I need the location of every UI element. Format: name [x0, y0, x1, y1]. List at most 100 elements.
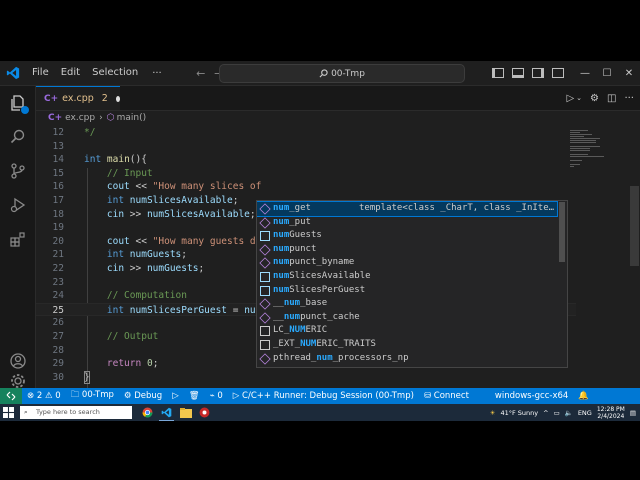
settings-gear-icon[interactable]: ⚙ — [590, 93, 599, 104]
suggest-widget[interactable]: num_get template<class _CharT, class _InI… — [256, 200, 568, 368]
suggestion-item[interactable]: numSlicesAvailable — [257, 270, 557, 284]
run-debug-icon[interactable] — [0, 188, 35, 222]
runner-status[interactable]: ▷ C/C++ Runner: Debug Session (00-Tmp) — [228, 391, 419, 401]
suggestion-match: num — [273, 243, 290, 254]
line-code: return 0; — [84, 357, 159, 371]
file-explorer-icon[interactable] — [178, 405, 193, 420]
taskbar-search-input[interactable]: ⌕ Type here to search — [20, 406, 132, 419]
recorder-icon[interactable] — [197, 405, 212, 420]
problems-status[interactable]: ⊗ 2 ⚠ 0 — [22, 391, 66, 401]
back-arrow-icon[interactable]: ← — [192, 67, 210, 80]
explorer-icon[interactable] — [0, 86, 35, 120]
weather-label[interactable]: 41°F Sunny — [500, 409, 538, 417]
vscode-window: File Edit Selection ··· ← → 00-Tmp — ☐ ✕ — [0, 61, 640, 421]
volume-icon[interactable]: 🔈 — [565, 409, 573, 417]
network-icon[interactable]: ▭ — [554, 409, 560, 417]
warning-icon: ⚠ — [44, 391, 53, 401]
customize-layout-icon[interactable] — [552, 68, 564, 78]
debug-status[interactable]: ⚙ Debug — [119, 391, 167, 401]
suggestion-rest: SlicesAvailable — [289, 271, 371, 281]
split-editor-icon[interactable]: ◫ — [607, 93, 616, 104]
suggestion-item[interactable]: LC_NUMERIC — [257, 324, 557, 338]
more-actions-icon[interactable]: ··· — [624, 93, 634, 104]
activity-bar — [0, 86, 36, 388]
code-line[interactable]: 30} — [36, 370, 576, 385]
run-file-icon[interactable]: ▷ — [566, 93, 574, 104]
suggestion-item[interactable]: numSlicesPerGuest — [257, 284, 557, 298]
notifications-bell-icon[interactable]: 🔔 — [573, 391, 594, 401]
extensions-icon[interactable] — [0, 222, 35, 256]
language-indicator[interactable]: ENG — [578, 409, 592, 417]
suggest-scrollbar[interactable] — [559, 202, 565, 262]
minimap[interactable] — [566, 126, 628, 388]
toggle-secondary-sidebar-icon[interactable] — [532, 68, 544, 78]
code-line[interactable]: 14 int main(){ — [36, 153, 576, 167]
variable-icon — [260, 231, 270, 242]
suggestion-item[interactable]: numpunct — [257, 243, 557, 257]
trash-icon[interactable]: 🗑 — [184, 391, 205, 401]
connect-status[interactable]: ⛁ Connect — [419, 391, 474, 401]
command-center-search[interactable]: 00-Tmp — [219, 64, 465, 83]
suggestion-item[interactable]: num_get template<class _CharT, class _InI… — [257, 201, 558, 217]
breadcrumb-file[interactable]: ex.cpp — [65, 113, 95, 123]
tab-ex-cpp[interactable]: C+ ex.cpp 2 — [36, 86, 120, 110]
remote-indicator-icon[interactable] — [0, 388, 22, 404]
code-line[interactable]: 13 — [36, 140, 576, 154]
minimize-button[interactable]: — — [574, 68, 596, 79]
scrollbar-thumb[interactable] — [630, 186, 639, 266]
breadcrumb-symbol[interactable]: main() — [117, 113, 147, 123]
line-code: cin >> numSlicesAvailable; — [84, 208, 256, 222]
menu-more-button[interactable]: ··· — [144, 68, 170, 79]
suggestion-item[interactable]: numpunct_byname — [257, 256, 557, 270]
maximize-button[interactable]: ☐ — [596, 68, 618, 79]
suggestion-label: numGuests — [273, 229, 322, 243]
code-line[interactable]: 15 // Input — [36, 167, 576, 181]
chrome-icon[interactable] — [140, 405, 155, 420]
menu-selection[interactable]: Selection — [86, 61, 144, 85]
suggestion-label: __numpunct_cache — [273, 311, 360, 325]
toggle-panel-icon[interactable] — [512, 68, 524, 78]
toggle-sidebar-icon[interactable] — [492, 68, 504, 78]
code-line[interactable]: 12 */ — [36, 126, 576, 140]
suggestion-rest: punct — [289, 243, 317, 254]
editor-scrollbar[interactable] — [628, 126, 640, 388]
connect-label: Connect — [433, 391, 469, 401]
notification-center-icon[interactable]: ▤ — [630, 409, 636, 417]
code-line[interactable]: 16 cout << "How many slices of — [36, 180, 576, 194]
suggestion-item[interactable]: numGuests — [257, 229, 557, 243]
line-code: // Output — [84, 330, 158, 344]
suggestion-item[interactable]: pthread_num_processors_np — [257, 352, 557, 366]
vscode-taskbar-icon[interactable] — [159, 405, 174, 421]
compiler-status[interactable]: windows-gcc-x64 — [490, 391, 573, 401]
explorer-badge — [21, 106, 29, 114]
run-dropdown-chevron-icon[interactable]: ⌄ — [576, 94, 582, 102]
line-number: 27 — [52, 331, 64, 342]
suggestion-label: numpunct — [273, 243, 316, 257]
cpp-file-icon: C+ — [48, 113, 63, 123]
run-status-icon[interactable]: ▷ — [167, 391, 184, 401]
folder-status[interactable]: 🗀 00-Tmp — [66, 389, 119, 403]
unsaved-dot-icon[interactable] — [115, 95, 120, 102]
menu-edit[interactable]: Edit — [55, 61, 86, 85]
search-icon — [319, 69, 328, 78]
line-number: 22 — [52, 263, 64, 274]
class-icon — [259, 216, 271, 229]
clock[interactable]: 12:28 PM 2/4/2024 — [597, 406, 625, 420]
taskbar-search-placeholder: Type here to search — [36, 408, 100, 416]
suggestion-item[interactable]: __numpunct_cache — [257, 311, 557, 325]
source-control-icon[interactable] — [0, 154, 35, 188]
suggestion-item[interactable]: num_put — [257, 216, 557, 230]
suggestion-match: num — [273, 203, 290, 213]
code-token: // Output — [106, 331, 159, 342]
suggestion-item[interactable]: _EXT_NUMERIC_TRAITS — [257, 338, 557, 352]
search-view-icon[interactable] — [0, 120, 35, 154]
ports-status[interactable]: ⌁ 0 — [205, 391, 228, 401]
close-button[interactable]: ✕ — [618, 68, 640, 79]
windows-start-icon[interactable] — [3, 407, 14, 418]
tray-chevron-icon[interactable]: ^ — [543, 409, 548, 417]
menu-file[interactable]: File — [26, 61, 55, 85]
code-token: return — [106, 358, 142, 370]
line-code: // Input — [84, 167, 153, 181]
suggestion-item[interactable]: __num_base — [257, 297, 557, 311]
